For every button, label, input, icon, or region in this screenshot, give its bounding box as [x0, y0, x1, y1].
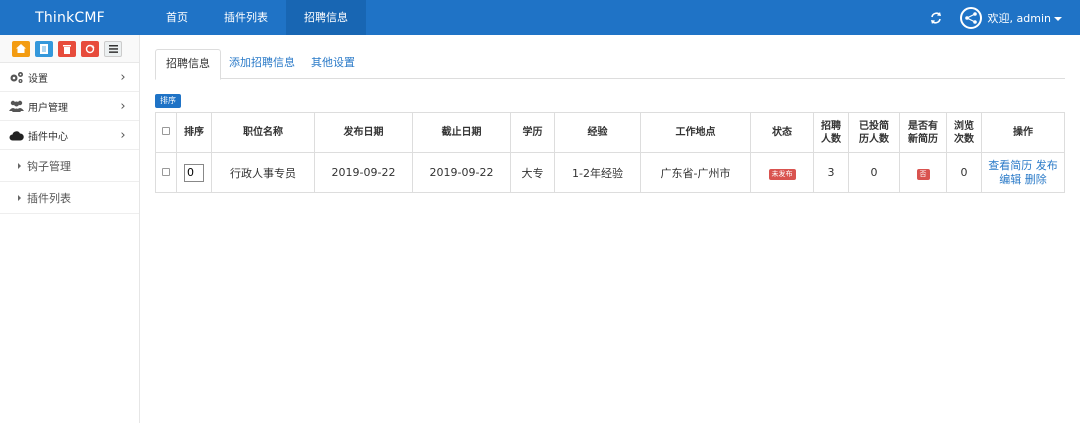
- top-navbar: ThinkCMF 首页 插件列表 招聘信息 欢迎, admin: [0, 0, 1080, 35]
- header-applied-line2: 历人数: [859, 133, 889, 145]
- sidebar-item-label: 插件中心: [28, 131, 68, 143]
- brand-logo[interactable]: ThinkCMF: [0, 10, 140, 26]
- sidebar-item-label: 用户管理: [28, 102, 68, 114]
- select-all-checkbox[interactable]: [162, 127, 170, 135]
- users-icon: [8, 99, 24, 113]
- header-views-line1: 浏览: [954, 120, 974, 132]
- header-views: 浏览 次数: [946, 112, 982, 153]
- recruitment-table: 排序 职位名称 发布日期 截止日期 学历 经验 工作地点 状态 招聘 人数 已投简…: [155, 112, 1065, 193]
- file-icon[interactable]: [35, 40, 53, 57]
- caret-right-icon: [18, 162, 21, 169]
- home-icon[interactable]: [12, 40, 30, 57]
- caret-right-icon: [18, 194, 21, 201]
- table-header-row: 排序 职位名称 发布日期 截止日期 学历 经验 工作地点 状态 招聘 人数 已投简…: [155, 112, 1065, 153]
- sidebar-item-plugin-center[interactable]: 插件中心 ›: [0, 121, 139, 150]
- header-deadline: 截止日期: [412, 112, 511, 153]
- header-new-resume-line2: 新简历: [908, 133, 938, 145]
- new-resume-badge: 否: [916, 168, 930, 180]
- avatar[interactable]: [959, 6, 982, 29]
- sidebar-subitem-label: 钩子管理: [27, 159, 71, 173]
- shortcut-bar: [0, 35, 139, 63]
- row-title: 行政人事专员: [211, 152, 315, 193]
- chevron-right-icon: ›: [120, 69, 126, 85]
- header-order: 排序: [176, 112, 212, 153]
- row-education: 大专: [510, 152, 555, 193]
- list-icon[interactable]: [104, 40, 122, 57]
- tab-add-recruitment[interactable]: 添加招聘信息: [219, 49, 305, 79]
- sidebar-item-label: 设置: [28, 73, 48, 85]
- row-deadline: 2019-09-22: [412, 152, 511, 193]
- gears-icon: [8, 70, 24, 84]
- tab-bar: 招聘信息 添加招聘信息 其他设置: [155, 49, 1065, 80]
- nav-home[interactable]: 首页: [148, 0, 206, 35]
- nav-recruitment[interactable]: 招聘信息: [286, 0, 366, 35]
- welcome-text: 欢迎, admin: [987, 11, 1051, 25]
- header-hires-line2: 人数: [821, 133, 841, 145]
- sidebar-subitem-plugins[interactable]: 插件列表: [0, 182, 139, 214]
- sidebar-subitem-label: 插件列表: [27, 191, 71, 205]
- row-location: 广东省-广州市: [640, 152, 751, 193]
- recycle-icon[interactable]: [81, 40, 99, 57]
- cloud-icon: [8, 128, 24, 142]
- header-select-all[interactable]: [155, 112, 177, 153]
- chevron-right-icon: ›: [120, 127, 126, 143]
- header-actions: 操作: [981, 112, 1065, 153]
- caret-down-icon: [1054, 16, 1062, 21]
- row-experience: 1-2年经验: [554, 152, 641, 193]
- chevron-right-icon: ›: [120, 98, 126, 114]
- row-actions: 查看简历 发布 编辑 删除: [981, 152, 1065, 193]
- publish-link[interactable]: 发布: [1036, 159, 1058, 172]
- sidebar-item-users[interactable]: 用户管理 ›: [0, 92, 139, 121]
- nav-plugin-list[interactable]: 插件列表: [206, 0, 286, 35]
- header-title: 职位名称: [211, 112, 315, 153]
- header-new-resume-line1: 是否有: [908, 120, 938, 132]
- header-experience: 经验: [554, 112, 641, 153]
- header-status: 状态: [750, 112, 814, 153]
- order-input[interactable]: [184, 163, 204, 182]
- table-row: 行政人事专员 2019-09-22 2019-09-22 大专 1-2年经验 广…: [155, 152, 1065, 193]
- sidebar-subitem-hooks[interactable]: 钩子管理: [0, 150, 139, 182]
- tab-recruitment-info[interactable]: 招聘信息: [155, 49, 221, 80]
- row-hires: 3: [813, 152, 849, 193]
- header-new-resume: 是否有 新简历: [899, 112, 947, 153]
- sidebar: 设置 › 用户管理 › 插件中心 › 钩子管理 插件列表: [0, 35, 140, 423]
- tab-other-settings[interactable]: 其他设置: [301, 49, 365, 79]
- row-publish-date: 2019-09-22: [314, 152, 413, 193]
- status-badge: 未发布: [768, 168, 796, 180]
- row-checkbox[interactable]: [162, 168, 170, 176]
- delete-link[interactable]: 删除: [1025, 173, 1047, 186]
- header-applied-line1: 已投简: [859, 120, 889, 132]
- header-location: 工作地点: [640, 112, 751, 153]
- edit-link[interactable]: 编辑: [999, 173, 1021, 186]
- row-select-cell[interactable]: [155, 152, 177, 193]
- row-status-cell: 未发布: [750, 152, 814, 193]
- row-order-cell: [176, 152, 212, 193]
- navbar-right: 欢迎, admin: [928, 0, 1080, 35]
- header-education: 学历: [510, 112, 555, 153]
- trash-icon[interactable]: [58, 40, 76, 57]
- header-hires-line1: 招聘: [821, 120, 841, 132]
- row-applied: 0: [848, 152, 900, 193]
- view-resume-link[interactable]: 查看简历: [988, 159, 1032, 172]
- row-views: 0: [946, 152, 982, 193]
- sort-button[interactable]: 排序: [155, 94, 181, 108]
- row-new-resume-cell: 否: [899, 152, 947, 193]
- refresh-icon[interactable]: [928, 10, 944, 26]
- header-views-line2: 次数: [954, 133, 974, 145]
- user-menu[interactable]: 欢迎, admin: [988, 10, 1062, 26]
- sidebar-item-settings[interactable]: 设置 ›: [0, 63, 139, 92]
- header-applied: 已投简 历人数: [848, 112, 900, 153]
- header-hires: 招聘 人数: [813, 112, 849, 153]
- header-publish-date: 发布日期: [314, 112, 413, 153]
